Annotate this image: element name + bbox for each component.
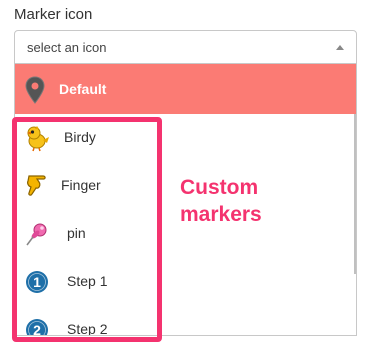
svg-text:2: 2	[33, 322, 41, 336]
option-default-label: Default	[59, 81, 107, 97]
svg-text:1: 1	[33, 274, 41, 290]
option-default[interactable]: Default	[15, 64, 356, 114]
bird-icon	[27, 126, 49, 152]
option-birdy-label: Birdy	[64, 129, 96, 145]
dropdown-scrollbar[interactable]	[354, 114, 356, 274]
select-placeholder: select an icon	[27, 40, 107, 55]
pushpin-icon	[26, 223, 47, 246]
pointing-finger-icon	[27, 175, 46, 196]
step-2-badge-icon: 2	[26, 319, 48, 336]
annotation-line-1: Custom	[180, 176, 259, 199]
option-birdy[interactable]: Birdy	[15, 114, 353, 162]
caret-up-icon[interactable]	[336, 45, 344, 50]
option-finger-label: Finger	[61, 177, 101, 193]
marker-icon-select[interactable]: select an icon	[14, 30, 357, 64]
option-pin-label: pin	[67, 225, 86, 241]
option-step-1[interactable]: 1 Step 1	[15, 258, 353, 306]
step-1-badge-icon: 1	[26, 271, 48, 293]
annotation-line-2: markers	[180, 203, 262, 226]
option-step-1-label: Step 1	[67, 273, 108, 289]
option-step-2-label: Step 2	[67, 321, 108, 336]
custom-markers-annotation: Custom markers	[180, 174, 262, 228]
option-step-2[interactable]: 2 Step 2	[15, 306, 353, 336]
marker-icon-label: Marker icon	[14, 6, 93, 23]
map-pin-icon	[25, 76, 45, 104]
